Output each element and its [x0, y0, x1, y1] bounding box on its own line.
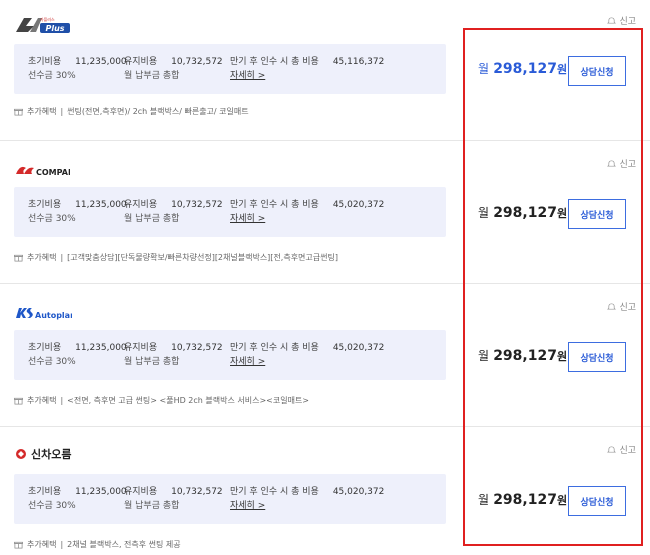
company-logo: 신차오름 [14, 443, 71, 465]
benefit-row: 추가혜택 | <전면, 측후면 고급 썬팅> <풀HD 2ch 블랙박스 서비스… [14, 395, 309, 406]
maintenance-cost: 유지비용 10,732,572 월 납부금 총합 [124, 57, 223, 81]
offer-card: Autoplan 신고 초기비용 11,235,000 선수금 30% 유지비용 1… [0, 284, 650, 425]
maintenance-cost: 유지비용 10,732,572 월 납부금 총합 [124, 200, 223, 224]
initial-cost: 초기비용 11,235,000 선수금 30% [28, 200, 127, 224]
company-logo: Plus 카플러스 [14, 14, 72, 36]
cost-summary: 초기비용 11,235,000 선수금 30% 유지비용 10,732,572 월 … [14, 474, 446, 524]
initial-cost: 초기비용 11,235,000 선수금 30% [28, 57, 127, 81]
report-label: 신고 [619, 446, 636, 456]
carplus-logo-icon: Plus 카플러스 [16, 16, 70, 33]
detail-link[interactable]: 자세히 > [230, 499, 384, 513]
report-link[interactable]: 신고 [607, 14, 636, 27]
monthly-price: 월 298,127원 [478, 492, 568, 508]
cost-summary: 초기비용 11,235,000 선수금 30% 유지비용 10,732,572 월 … [14, 44, 446, 94]
svg-text:Autoplan: Autoplan [35, 311, 72, 320]
expire-cost: 만기 후 인수 시 총 비용 45,020,372 자세히 > [230, 200, 385, 226]
bell-icon [607, 160, 617, 167]
offer-card: COMPANY 신고 초기비용11,235,000 선수금 30% 유지비용10… [0, 141, 650, 282]
benefit-row: 추가혜택 | 썬팅(전면,측후면)/ 2ch 블랙박스/ 빠른출고/ 코일매트 [14, 106, 249, 117]
expire-cost: 만기 후 인수 시 총 비용 45,020,372 자세히 > [230, 343, 385, 369]
benefit-row: 추가혜택 | [고객맞춤상담][단독물량확보/빠른차량선정][2채널블랙박스][… [14, 252, 338, 263]
company-logo: Autoplan [14, 302, 72, 324]
bell-icon [607, 303, 617, 310]
benefit-text: 2채널 블랙박스, 전측후 썬팅 제공 [67, 540, 181, 549]
benefit-text: [고객맞춤상담][단독물량확보/빠른차량선정][2채널블랙박스][전,측후면고급… [67, 253, 338, 262]
report-link[interactable]: 신고 [607, 300, 636, 313]
gift-icon [14, 397, 23, 405]
report-label: 신고 [619, 160, 636, 170]
report-label: 신고 [619, 17, 636, 27]
maintenance-cost: 유지비용 10,732,572 월 납부금 총합 [124, 343, 223, 367]
monthly-price: 월 298,127원 [478, 348, 568, 364]
detail-link[interactable]: 자세히 > [230, 69, 384, 83]
initial-cost: 초기비용 11,235,000 선수금 30% [28, 487, 127, 511]
detail-link[interactable]: 자세히 > [230, 355, 384, 369]
gift-icon [14, 254, 23, 262]
detail-link[interactable]: 자세히 > [230, 212, 384, 226]
monthly-price: 월 298,127원 [478, 61, 568, 77]
svg-text:COMPANY: COMPANY [36, 168, 70, 177]
report-link[interactable]: 신고 [607, 443, 636, 456]
svg-text:카플러스: 카플러스 [40, 16, 55, 22]
consult-button[interactable]: 상담신청 [568, 342, 626, 372]
offer-card: 신차오름 신고 초기비용 11,235,000 선수금 30% 유지비용 10,73… [0, 427, 650, 555]
benefit-text: <전면, 측후면 고급 썬팅> <풀HD 2ch 블랙박스 서비스><코일매트> [67, 396, 310, 405]
gift-icon [14, 108, 23, 116]
gift-icon [14, 541, 23, 549]
cost-summary: 초기비용 11,235,000 선수금 30% 유지비용 10,732,572 월 … [14, 330, 446, 380]
benefit-row: 추가혜택 | 2채널 블랙박스, 전측후 썬팅 제공 [14, 539, 181, 550]
expire-cost: 만기 후 인수 시 총 비용 45,020,372 자세히 > [230, 487, 385, 513]
ks-company-logo-icon: COMPANY [16, 166, 70, 177]
report-label: 신고 [619, 303, 636, 313]
consult-button[interactable]: 상담신청 [568, 56, 626, 86]
offer-card: Plus 카플러스 신고 초기비용 11,235,000 선수금 30% 유지비용… [0, 0, 650, 140]
sinchaoreum-logo-icon [16, 449, 26, 459]
bell-icon [607, 446, 617, 453]
company-logo: COMPANY [14, 159, 70, 181]
initial-cost: 초기비용 11,235,000 선수금 30% [28, 343, 127, 367]
consult-button[interactable]: 상담신청 [568, 199, 626, 229]
svg-text:Plus: Plus [45, 24, 64, 33]
cost-summary: 초기비용 11,235,000 선수금 30% 유지비용 10,732,572 월 … [14, 187, 446, 237]
consult-button[interactable]: 상담신청 [568, 486, 626, 516]
expire-cost: 만기 후 인수 시 총 비용 45,116,372 자세히 > [230, 57, 385, 83]
benefit-text: 썬팅(전면,측후면)/ 2ch 블랙박스/ 빠른출고/ 코일매트 [67, 107, 249, 116]
monthly-price: 월 298,127원 [478, 205, 568, 221]
maintenance-cost: 유지비용 10,732,572 월 납부금 총합 [124, 487, 223, 511]
bell-icon [607, 17, 617, 24]
report-link[interactable]: 신고 [607, 157, 636, 170]
ks-autoplan-logo-icon: Autoplan [16, 308, 72, 320]
